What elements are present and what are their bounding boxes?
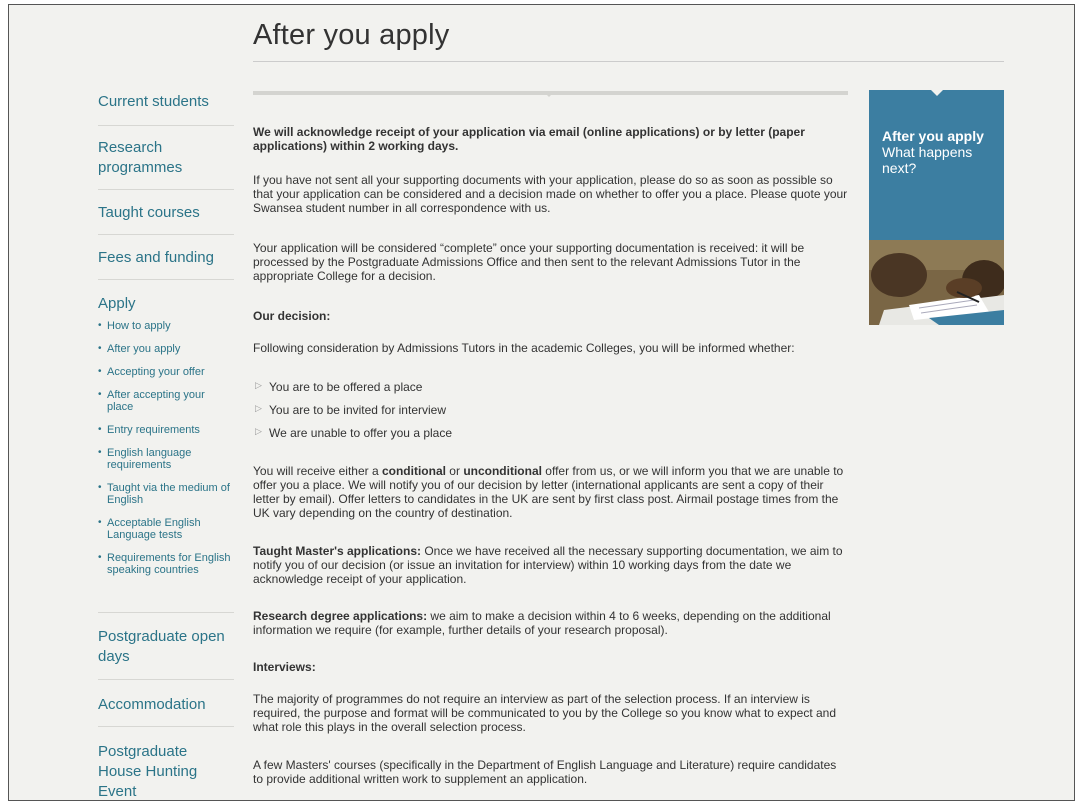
submenu-item-accepting-your-offer[interactable]: • Accepting your offer	[98, 366, 234, 378]
sidebar-item-research-programmes[interactable]: Research programmes	[98, 126, 234, 190]
submenu-item-acceptable-english-tests[interactable]: • Acceptable English Language tests	[98, 517, 234, 541]
promo-box[interactable]: After you apply What happens next?	[869, 90, 1004, 325]
interviews-heading: Interviews:	[253, 660, 316, 674]
bullet-icon: •	[98, 343, 102, 354]
divider-notch	[543, 91, 555, 97]
taught-masters-paragraph: Taught Master's applications: Once we ha…	[253, 544, 843, 586]
page-title: After you apply	[253, 19, 450, 51]
decision-intro: Following consideration by Admissions Tu…	[253, 341, 795, 355]
sidebar-item-current-students[interactable]: Current students	[98, 89, 234, 126]
offer-paragraph: You will receive either a conditional or…	[253, 464, 844, 520]
submenu-item-after-you-apply[interactable]: • After you apply	[98, 343, 234, 355]
sidebar-item-taught-courses[interactable]: Taught courses	[98, 190, 234, 235]
page-frame: After you apply Current students Researc…	[8, 4, 1075, 801]
sidebar-nav: Current students Research programmes Tau…	[98, 89, 234, 800]
interviews-paragraph: The majority of programmes do not requir…	[253, 692, 837, 734]
research-degree-paragraph: Research degree applications: we aim to …	[253, 609, 831, 637]
apply-submenu: • How to apply • After you apply • Acceptin…	[98, 320, 234, 576]
sidebar-item-fees-and-funding[interactable]: Fees and funding	[98, 235, 234, 280]
bullet-icon: •	[98, 482, 102, 493]
list-item: ▷ You are to be invited for interview	[255, 403, 446, 417]
bullet-icon: •	[98, 552, 102, 563]
bullet-icon: •	[98, 320, 102, 331]
title-divider	[253, 61, 1004, 62]
list-item: ▷ We are unable to offer you a place	[255, 426, 453, 440]
bullet-icon: •	[98, 366, 102, 377]
triangle-right-icon: ▷	[255, 380, 262, 390]
bullet-icon: •	[98, 389, 102, 400]
intro-text: We will acknowledge receipt of your appl…	[253, 125, 805, 153]
complete-application-paragraph: Your application will be considered “com…	[253, 241, 805, 283]
promo-title: After you apply	[882, 128, 984, 144]
promo-subtitle: What happens next?	[882, 144, 973, 176]
sidebar-item-house-hunting-event[interactable]: Postgraduate House Hunting Event	[98, 727, 234, 800]
decision-heading: Our decision:	[253, 309, 331, 323]
promo-notch	[931, 90, 943, 96]
documents-paragraph: If you have not sent all your supporting…	[253, 173, 848, 215]
content-divider	[253, 91, 848, 99]
masters-written-work-paragraph: A few Masters' courses (specifically in …	[253, 758, 837, 786]
list-item: ▷ You are to be offered a place	[255, 380, 423, 394]
bullet-icon: •	[98, 424, 102, 435]
promo-header: After you apply What happens next?	[869, 90, 1004, 240]
submenu-item-after-accepting-your-place[interactable]: • After accepting your place	[98, 389, 234, 413]
student-writing-photo	[869, 240, 1004, 325]
sidebar-item-apply[interactable]: Apply	[98, 294, 234, 314]
sidebar-item-postgraduate-open-days[interactable]: Postgraduate open days	[98, 613, 234, 680]
triangle-right-icon: ▷	[255, 426, 262, 436]
submenu-item-how-to-apply[interactable]: • How to apply	[98, 320, 234, 332]
submenu-item-english-language-requirements[interactable]: • English language requirements	[98, 447, 234, 471]
triangle-right-icon: ▷	[255, 403, 262, 413]
sidebar-section-apply: Apply • How to apply • After you apply • Ac…	[98, 280, 234, 613]
submenu-item-requirements-english-speaking[interactable]: • Requirements for English speaking count…	[98, 552, 234, 576]
sidebar-item-accommodation[interactable]: Accommodation	[98, 680, 234, 727]
bullet-icon: •	[98, 517, 102, 528]
submenu-item-entry-requirements[interactable]: • Entry requirements	[98, 424, 234, 436]
submenu-item-taught-via-english[interactable]: • Taught via the medium of English	[98, 482, 234, 506]
bullet-icon: •	[98, 447, 102, 458]
main-content: We will acknowledge receipt of your appl…	[253, 91, 853, 786]
photo-illustration	[869, 240, 1004, 325]
